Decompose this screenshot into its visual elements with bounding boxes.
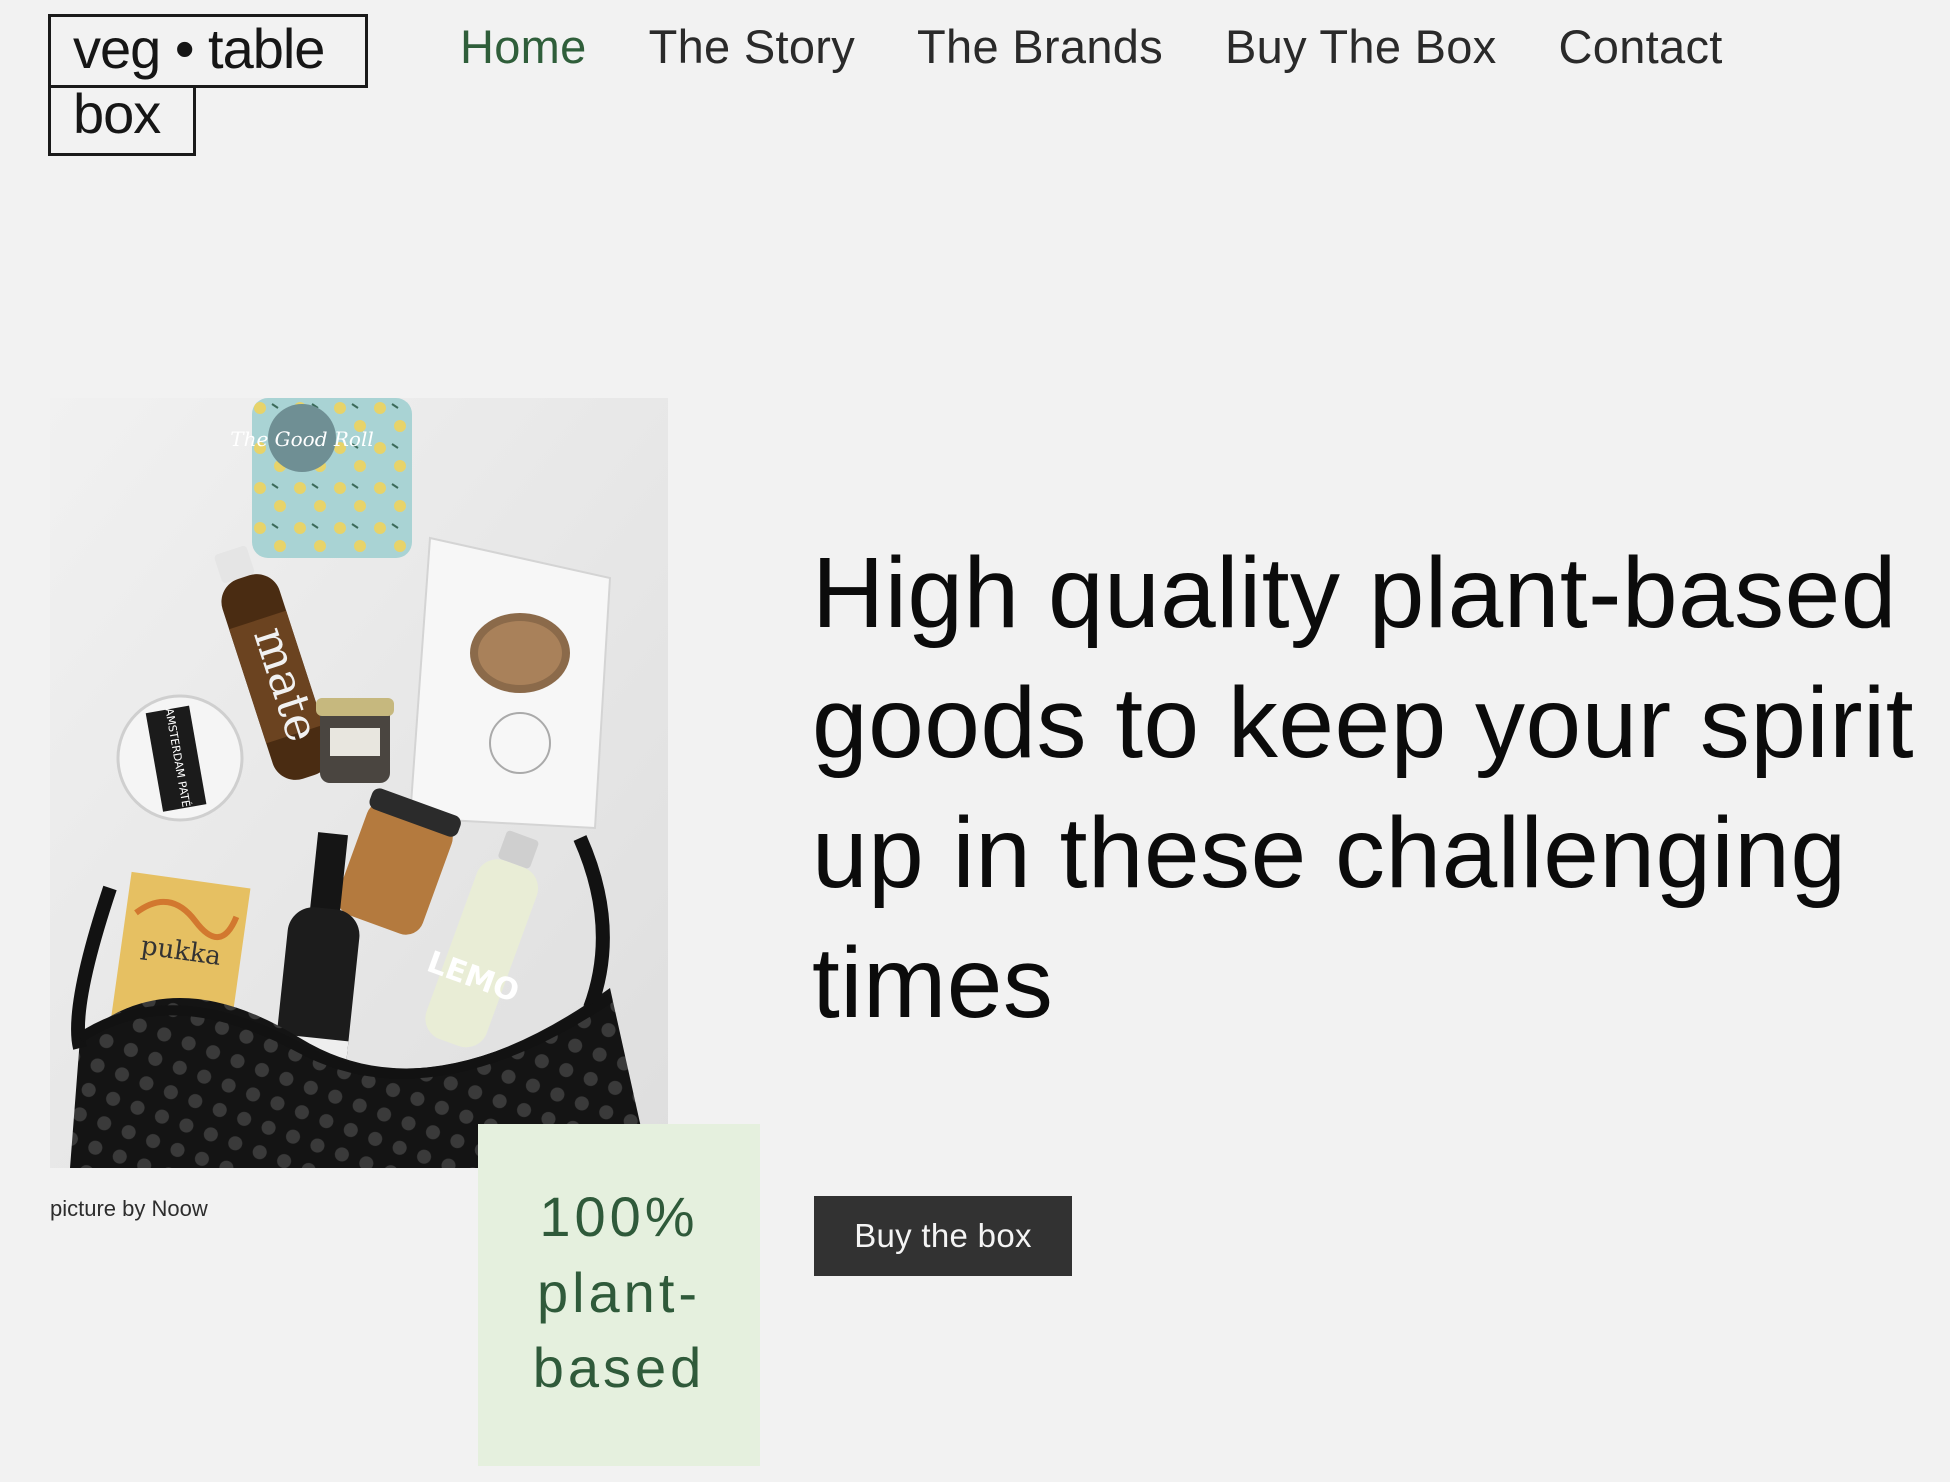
headline-line-3: up in these challenging xyxy=(812,797,1847,909)
main-nav: Home The Story The Brands Buy The Box Co… xyxy=(460,14,1723,80)
roll-label: The Good Roll xyxy=(230,427,374,451)
badge-line-1: 100% xyxy=(539,1185,699,1248)
spice-jar-image xyxy=(316,698,394,783)
badge-line-2: plant- xyxy=(536,1261,702,1324)
nav-item-home[interactable]: Home xyxy=(460,14,587,80)
nav-item-the-story[interactable]: The Story xyxy=(649,14,855,80)
nav-item-buy-the-box[interactable]: Buy The Box xyxy=(1225,14,1497,80)
headline-line-2: goods to keep your spirit xyxy=(812,667,1915,779)
wrapped-roll-image: The Good Roll xyxy=(230,398,412,558)
hero-product-photo: The Good Roll mate AMSTERDAM PATÉ LEMO p… xyxy=(50,398,668,1168)
granola-pouch-image xyxy=(408,536,612,830)
nav-item-contact[interactable]: Contact xyxy=(1559,14,1723,80)
logo-bottom-box: box xyxy=(48,82,196,156)
photo-credit: picture by Noow xyxy=(50,1196,208,1221)
nav-item-the-brands[interactable]: The Brands xyxy=(917,14,1163,80)
badge-line-3: based xyxy=(532,1336,706,1399)
headline-line-4: times xyxy=(812,927,1054,1039)
logo-line-2: box xyxy=(73,82,161,145)
headline-line-1: High quality plant-based xyxy=(812,537,1897,649)
logo-line-1: veg • table xyxy=(73,17,325,80)
site-logo[interactable]: veg • table box xyxy=(48,14,368,162)
hero-headline: High quality plant-based goods to keep y… xyxy=(812,528,1915,1048)
plant-based-badge: 100% plant- based xyxy=(478,1124,760,1466)
buy-the-box-button[interactable]: Buy the box xyxy=(814,1196,1072,1276)
pate-tub-image: AMSTERDAM PATÉ xyxy=(116,694,244,822)
logo-top-box: veg • table xyxy=(48,14,368,88)
